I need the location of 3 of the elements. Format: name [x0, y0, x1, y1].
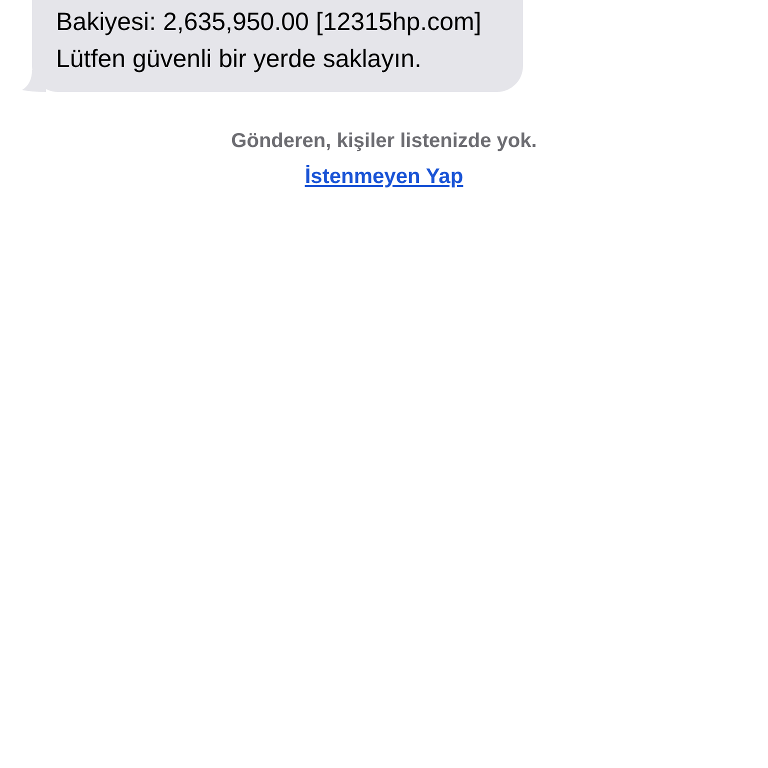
- report-junk-link[interactable]: İstenmeyen Yap: [304, 165, 464, 189]
- message-text: Bakiyesi: 2,635,950.00 [12315hp.com] Lütfen güvenli bir yerde saklayın.: [56, 7, 482, 75]
- unknown-sender-notice: Gönderen, kişiler listenizde yok.: [231, 130, 537, 153]
